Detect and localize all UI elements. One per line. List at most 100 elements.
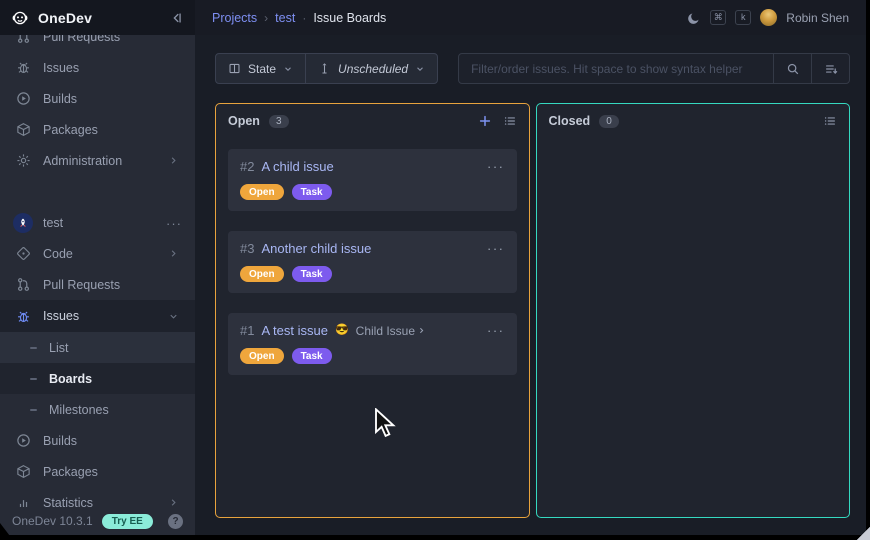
project-avatar-rocket-icon xyxy=(13,213,33,233)
topbar-brand-area: OneDev xyxy=(0,0,195,35)
state-badge-open: Open xyxy=(240,184,284,200)
sidebar-item-project-issues[interactable]: Issues xyxy=(0,300,195,332)
sidebar-item-administration[interactable]: Administration xyxy=(0,145,195,176)
column-body xyxy=(537,138,850,517)
issue-title[interactable]: Another child issue xyxy=(261,241,371,256)
chevron-right-icon xyxy=(168,155,179,166)
pull-request-icon xyxy=(16,277,31,292)
sidebar-item-issues-boards[interactable]: Boards xyxy=(0,363,195,394)
child-issue-link[interactable]: Child Issue xyxy=(356,324,426,338)
column-title: Closed xyxy=(549,114,591,128)
filter-bar xyxy=(458,53,850,84)
column-count-badge: 0 xyxy=(599,115,619,128)
gear-icon xyxy=(16,153,31,168)
sidebar-item-label: Packages xyxy=(43,465,98,479)
child-issue-link-label: Child Issue xyxy=(356,324,415,338)
chevron-right-icon xyxy=(417,326,426,335)
sidebar-item-project-packages[interactable]: Packages xyxy=(0,456,195,487)
dark-mode-moon-icon[interactable] xyxy=(687,11,701,25)
sidebar-item-project-builds[interactable]: Builds xyxy=(0,425,195,456)
card-menu-dots-icon[interactable]: ··· xyxy=(487,246,505,251)
play-circle-icon xyxy=(16,91,31,106)
bug-icon xyxy=(16,60,31,75)
milestone-filter-button[interactable]: Unscheduled xyxy=(305,54,437,83)
filter-input[interactable] xyxy=(459,54,773,83)
breadcrumb-current-page: Issue Boards xyxy=(313,11,386,25)
app-window: OneDev Projects › test · Issue Boards xyxy=(0,0,866,535)
issue-card[interactable]: #1 A test issue 😎 Child Issue ··· xyxy=(228,313,517,375)
chevron-down-icon xyxy=(283,64,293,74)
board-button-group: State Unscheduled xyxy=(215,53,438,84)
sidebar-item-issues-milestones[interactable]: Milestones xyxy=(0,394,195,425)
sidebar-item-issues-list[interactable]: List xyxy=(0,332,195,363)
column-menu-list-icon[interactable] xyxy=(503,114,517,128)
column-menu-list-icon[interactable] xyxy=(823,114,837,128)
sidebar-item-code[interactable]: Code xyxy=(0,238,195,269)
sidebar-item-label: Packages xyxy=(43,123,98,137)
sidebar-item-label: Builds xyxy=(43,434,77,448)
sidebar-item-project-pull-requests[interactable]: Pull Requests xyxy=(0,269,195,300)
board-toolbar: State Unscheduled xyxy=(215,53,850,84)
package-icon xyxy=(16,464,31,479)
saved-queries-button[interactable] xyxy=(811,54,849,83)
sidebar-item-label: Builds xyxy=(43,92,77,106)
breadcrumb-projects-link[interactable]: Projects xyxy=(212,11,257,25)
breadcrumb-separator: › xyxy=(264,11,268,25)
issue-number: #2 xyxy=(240,159,254,174)
state-badge-open: Open xyxy=(240,266,284,282)
sidebar-item-label: Code xyxy=(43,247,73,261)
sidebar-item-label: Boards xyxy=(49,372,92,386)
card-menu-dots-icon[interactable]: ··· xyxy=(487,328,505,333)
topbar-right: ⌘ k Robin Shen xyxy=(687,9,849,26)
brand-name: OneDev xyxy=(38,10,92,26)
issue-card[interactable]: #3 Another child issue ··· Open Task xyxy=(228,231,517,293)
milestone-button-label: Unscheduled xyxy=(338,62,408,76)
column-actions xyxy=(478,114,517,128)
chevron-down-icon xyxy=(415,64,425,74)
main-content: State Unscheduled xyxy=(195,35,866,535)
breadcrumb-project-link[interactable]: test xyxy=(275,11,295,25)
help-button[interactable]: ? xyxy=(168,514,183,529)
sidebar-global-nav: Pull Requests Issues xyxy=(0,35,195,176)
sidebar-item-label: List xyxy=(49,341,68,355)
user-avatar[interactable] xyxy=(760,9,777,26)
sidebar-item-builds[interactable]: Builds xyxy=(0,83,195,114)
sidebar-item-pull-requests[interactable]: Pull Requests xyxy=(0,35,195,52)
sub-item-dash xyxy=(30,378,37,380)
issue-title[interactable]: A test issue xyxy=(261,323,327,338)
play-circle-icon xyxy=(16,433,31,448)
sub-item-dash xyxy=(30,347,37,349)
user-name[interactable]: Robin Shen xyxy=(786,11,849,25)
search-button[interactable] xyxy=(773,54,811,83)
column-count-badge: 3 xyxy=(269,115,289,128)
card-menu-dots-icon[interactable]: ··· xyxy=(487,164,505,169)
breadcrumb-separator: · xyxy=(302,11,306,25)
type-badge-task: Task xyxy=(292,266,332,282)
topbar: OneDev Projects › test · Issue Boards xyxy=(0,0,866,35)
issue-title[interactable]: A child issue xyxy=(261,159,333,174)
project-header[interactable]: test ··· xyxy=(0,208,195,238)
state-board-button[interactable]: State xyxy=(216,54,305,83)
board-columns-icon xyxy=(228,62,241,75)
sidebar-collapse-icon[interactable] xyxy=(170,11,184,25)
board-column-closed: Closed 0 xyxy=(536,103,851,518)
project-menu-dots-icon[interactable]: ··· xyxy=(166,216,182,231)
onedev-logo-icon xyxy=(11,9,29,27)
sidebar-item-label: Issues xyxy=(43,309,79,323)
topbar-main: Projects › test · Issue Boards ⌘ k Robin… xyxy=(195,0,866,35)
package-icon xyxy=(16,122,31,137)
add-card-button[interactable] xyxy=(478,114,492,128)
project-name: test xyxy=(43,216,63,230)
try-ee-badge[interactable]: Try EE xyxy=(102,514,153,529)
sidebar-project-nav: test ··· Code xyxy=(0,208,195,518)
state-badge-open: Open xyxy=(240,348,284,364)
type-badge-task: Task xyxy=(292,348,332,364)
sidebar: Pull Requests Issues xyxy=(0,35,195,535)
sidebar-item-label: Administration xyxy=(43,154,122,168)
issue-card[interactable]: #2 A child issue ··· Open Task xyxy=(228,149,517,211)
sidebar-item-issues[interactable]: Issues xyxy=(0,52,195,83)
sidebar-footer: OneDev 10.3.1 Try EE ? xyxy=(0,507,195,535)
sidebar-item-packages[interactable]: Packages xyxy=(0,114,195,145)
pull-request-icon xyxy=(16,35,31,44)
column-actions xyxy=(823,114,837,128)
